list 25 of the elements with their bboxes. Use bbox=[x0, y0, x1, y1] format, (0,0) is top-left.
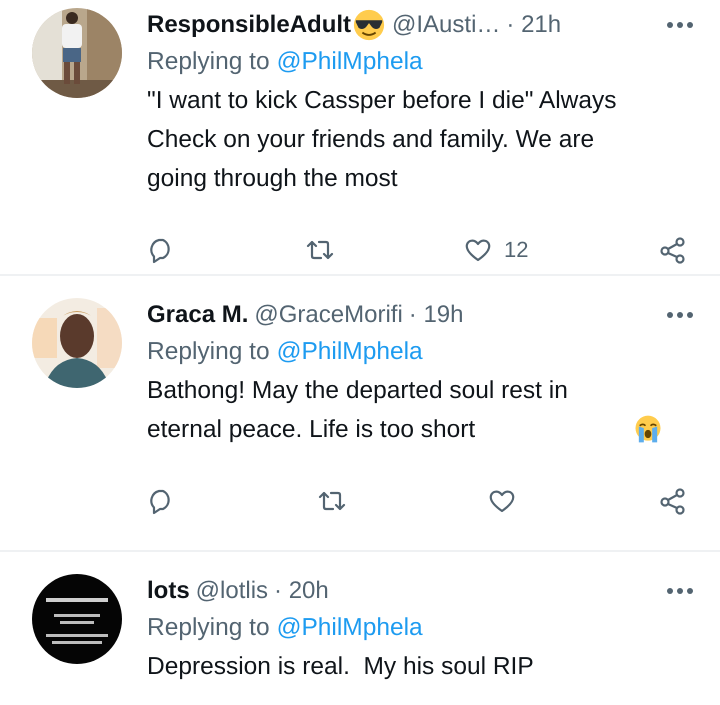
author-name[interactable]: lots bbox=[147, 577, 190, 605]
author-handle[interactable]: @lotlis bbox=[196, 577, 268, 605]
author-name[interactable]: Graca M. bbox=[147, 301, 248, 329]
like-button[interactable]: 12 bbox=[464, 236, 528, 264]
replying-label: Replying to bbox=[147, 338, 270, 365]
author-handle[interactable]: @IAusti… bbox=[392, 11, 500, 39]
author-name[interactable]: ResponsibleAdult bbox=[147, 11, 352, 39]
tweet-time: · 20h bbox=[274, 577, 329, 605]
more-icon[interactable] bbox=[666, 587, 694, 595]
share-icon bbox=[658, 487, 687, 515]
more-icon[interactable] bbox=[666, 21, 694, 29]
tweet-text: Depression is real. My his soul RIP bbox=[147, 652, 534, 682]
more-icon[interactable] bbox=[666, 311, 694, 319]
tweet-text: Bathong! May the departed soul rest in eternal peace. Life is too short bbox=[147, 376, 569, 445]
share-button[interactable] bbox=[658, 487, 687, 515]
share-icon bbox=[658, 236, 687, 264]
author-handle[interactable]: @GraceMorifi bbox=[254, 301, 403, 329]
replying-label: Replying to bbox=[147, 614, 270, 641]
sunglasses-emoji-icon bbox=[352, 8, 386, 42]
share-button[interactable] bbox=[658, 236, 687, 264]
crying-emoji-icon bbox=[633, 414, 663, 444]
tweet-time: · 19h bbox=[408, 301, 464, 329]
tweet-time: · 21h bbox=[506, 11, 562, 39]
tweet-text: "I want to kick Cassper before I die" Always Check on your friends and family. We are going through the most bbox=[147, 86, 618, 194]
replying-label: Replying to bbox=[147, 48, 270, 75]
